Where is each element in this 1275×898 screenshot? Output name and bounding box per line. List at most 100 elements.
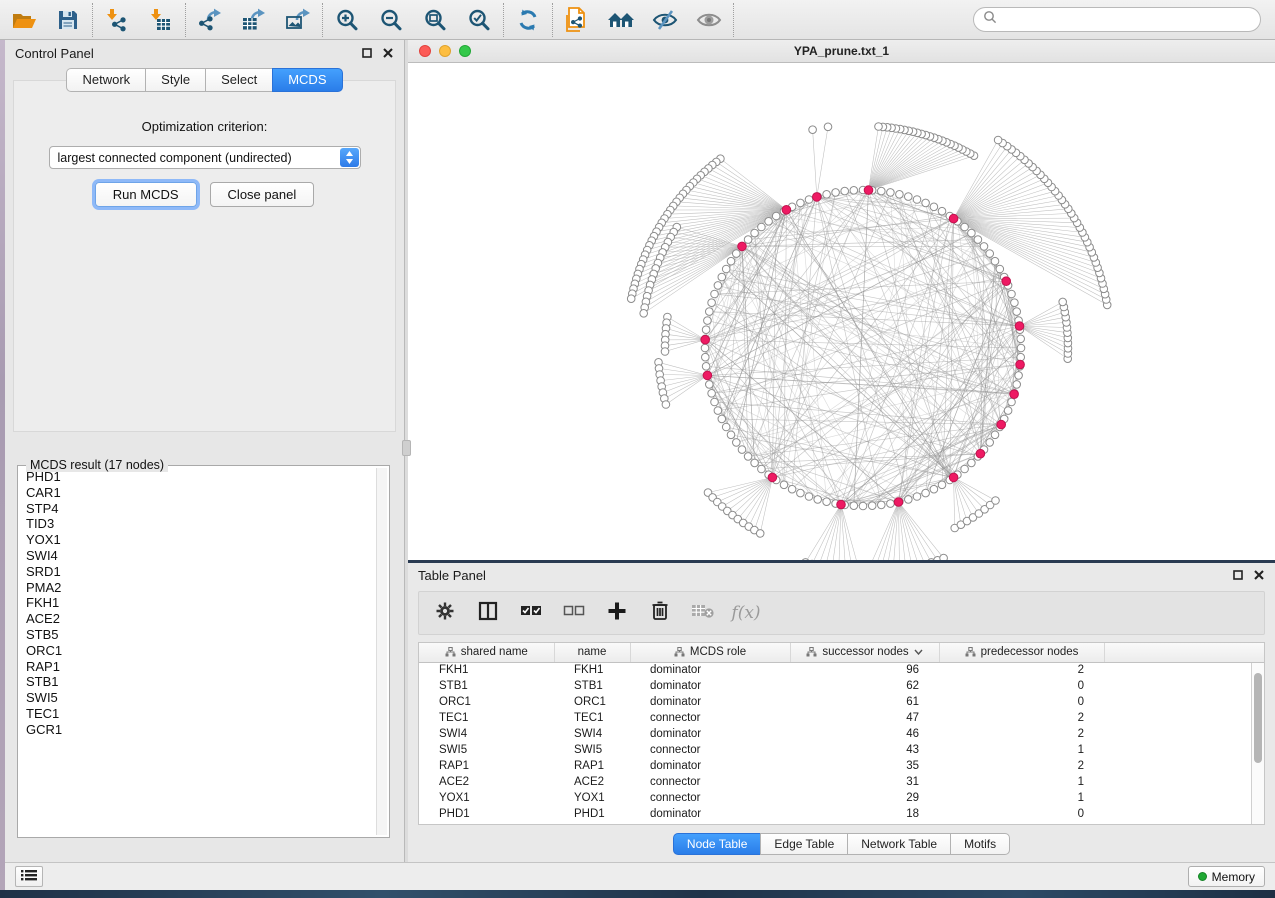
mcds-result-item[interactable]: TEC1: [21, 706, 375, 722]
cell-MCDS-role[interactable]: connector: [630, 774, 790, 790]
cell-name[interactable]: STB1: [554, 678, 630, 694]
cell-predecessor-nodes[interactable]: 0: [939, 806, 1104, 822]
search-box[interactable]: [973, 7, 1261, 32]
refresh-button[interactable]: [513, 5, 543, 35]
mcds-result-item[interactable]: TID3: [21, 516, 375, 532]
cell-shared-name[interactable]: PHD1: [419, 806, 554, 822]
table-scrollbar-thumb[interactable]: [1254, 673, 1262, 763]
tab-network-table[interactable]: Network Table: [847, 833, 950, 855]
mcds-result-item[interactable]: FKH1: [21, 595, 375, 611]
cell-predecessor-nodes[interactable]: 0: [939, 678, 1104, 694]
mcds-result-item[interactable]: RAP1: [21, 659, 375, 675]
cell-shared-name[interactable]: RAP1: [419, 758, 554, 774]
mcds-result-list[interactable]: PHD1CAR1STP4TID3YOX1SWI4SRD1PMA2FKH1ACE2…: [21, 469, 375, 834]
window-maximize-button[interactable]: [459, 45, 471, 57]
table-row[interactable]: ORC1ORC1dominator610: [419, 694, 1264, 710]
cell-MCDS-role[interactable]: connector: [630, 790, 790, 806]
cell-successor-nodes[interactable]: 43: [790, 742, 939, 758]
mcds-result-item[interactable]: CAR1: [21, 485, 375, 501]
mcds-result-item[interactable]: SRD1: [21, 564, 375, 580]
panel-splitter[interactable]: [405, 40, 408, 862]
column-header-shared-name[interactable]: shared name: [419, 643, 554, 662]
save-session-button[interactable]: [53, 5, 83, 35]
export-document-button[interactable]: [562, 5, 592, 35]
cell-name[interactable]: TEC1: [554, 710, 630, 726]
search-input[interactable]: [1003, 13, 1251, 27]
cell-successor-nodes[interactable]: 47: [790, 710, 939, 726]
window-minimize-button[interactable]: [439, 45, 451, 57]
select-all-button[interactable]: [519, 601, 543, 625]
criterion-select[interactable]: largest connected component (undirected): [49, 146, 361, 169]
home-button[interactable]: [606, 5, 636, 35]
float-table-panel-icon[interactable]: [1232, 569, 1244, 581]
mcds-result-scrollbar[interactable]: [376, 468, 387, 835]
cell-successor-nodes[interactable]: 61: [790, 694, 939, 710]
tab-node-table[interactable]: Node Table: [673, 833, 761, 855]
tab-edge-table[interactable]: Edge Table: [760, 833, 847, 855]
network-canvas[interactable]: [408, 63, 1275, 560]
cell-predecessor-nodes[interactable]: 2: [939, 710, 1104, 726]
table-row[interactable]: FKH1FKH1dominator962: [419, 662, 1264, 678]
column-header-successor-nodes[interactable]: successor nodes: [790, 643, 939, 662]
table-row[interactable]: SWI5SWI5connector431: [419, 742, 1264, 758]
column-header-predecessor-nodes[interactable]: predecessor nodes: [939, 643, 1104, 662]
cell-successor-nodes[interactable]: 35: [790, 758, 939, 774]
cell-predecessor-nodes[interactable]: 1: [939, 774, 1104, 790]
export-image-button[interactable]: [283, 5, 313, 35]
import-table-button[interactable]: [146, 5, 176, 35]
cell-successor-nodes[interactable]: 18: [790, 806, 939, 822]
function-builder-button[interactable]: f(x): [734, 601, 758, 625]
cell-successor-nodes[interactable]: 29: [790, 790, 939, 806]
cell-MCDS-role[interactable]: dominator: [630, 758, 790, 774]
cell-shared-name[interactable]: SWI4: [419, 726, 554, 742]
mcds-result-item[interactable]: STB1: [21, 674, 375, 690]
settings-button[interactable]: [433, 601, 457, 625]
cell-successor-nodes[interactable]: 31: [790, 774, 939, 790]
cell-name[interactable]: SWI5: [554, 742, 630, 758]
cell-successor-nodes[interactable]: 46: [790, 726, 939, 742]
mcds-result-item[interactable]: PHD1: [21, 469, 375, 485]
cell-successor-nodes[interactable]: 62: [790, 678, 939, 694]
cell-name[interactable]: ORC1: [554, 694, 630, 710]
table-row[interactable]: RAP1RAP1dominator352: [419, 758, 1264, 774]
cell-predecessor-nodes[interactable]: 2: [939, 758, 1104, 774]
close-panel-icon[interactable]: [382, 47, 394, 59]
mcds-result-item[interactable]: SWI5: [21, 690, 375, 706]
table-row[interactable]: PHD1PHD1dominator180: [419, 806, 1264, 822]
cell-MCDS-role[interactable]: dominator: [630, 694, 790, 710]
close-table-panel-icon[interactable]: [1253, 569, 1265, 581]
table-row[interactable]: STB1STB1dominator620: [419, 678, 1264, 694]
splitter-handle[interactable]: [402, 440, 411, 456]
cell-name[interactable]: SWI4: [554, 726, 630, 742]
column-header-name[interactable]: name: [554, 643, 630, 662]
cell-predecessor-nodes[interactable]: 2: [939, 662, 1104, 678]
cell-MCDS-role[interactable]: dominator: [630, 662, 790, 678]
mcds-result-item[interactable]: SWI4: [21, 548, 375, 564]
cell-shared-name[interactable]: ACE2: [419, 774, 554, 790]
run-mcds-button[interactable]: Run MCDS: [95, 182, 197, 207]
zoom-out-button[interactable]: [376, 5, 406, 35]
table-row[interactable]: ACE2ACE2connector311: [419, 774, 1264, 790]
cell-name[interactable]: RAP1: [554, 758, 630, 774]
zoom-fit-button[interactable]: [420, 5, 450, 35]
cell-shared-name[interactable]: STB1: [419, 678, 554, 694]
hide-selected-button[interactable]: [650, 5, 680, 35]
tab-mcds[interactable]: MCDS: [272, 68, 342, 92]
cell-predecessor-nodes[interactable]: 2: [939, 726, 1104, 742]
show-all-button[interactable]: [694, 5, 724, 35]
network-graph[interactable]: [408, 63, 1275, 560]
mcds-result-item[interactable]: GCR1: [21, 722, 375, 738]
mcds-result-item[interactable]: PMA2: [21, 580, 375, 596]
cell-successor-nodes[interactable]: 96: [790, 662, 939, 678]
export-table-button[interactable]: [239, 5, 269, 35]
float-panel-icon[interactable]: [361, 47, 373, 59]
cell-predecessor-nodes[interactable]: 0: [939, 694, 1104, 710]
cell-shared-name[interactable]: YOX1: [419, 790, 554, 806]
window-close-button[interactable]: [419, 45, 431, 57]
cell-shared-name[interactable]: FKH1: [419, 662, 554, 678]
column-header-MCDS-role[interactable]: MCDS role: [630, 643, 790, 662]
cell-name[interactable]: YOX1: [554, 790, 630, 806]
delete-table-button[interactable]: [691, 601, 715, 625]
memory-button[interactable]: Memory: [1188, 866, 1265, 887]
cell-predecessor-nodes[interactable]: 1: [939, 790, 1104, 806]
